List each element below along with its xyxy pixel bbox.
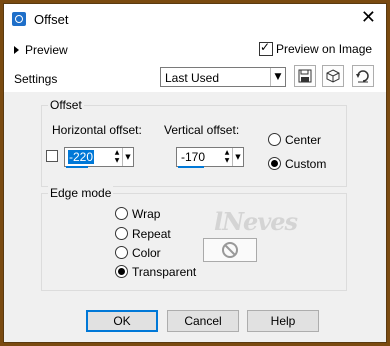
spin-updown-icon[interactable]: ▲ ▼ [222,149,232,165]
radio-icon[interactable] [268,133,281,147]
radio-wrap[interactable]: Wrap [115,206,160,221]
radio-color[interactable]: Color [115,245,161,260]
radio-icon[interactable] [115,265,128,279]
checkbox-icon[interactable] [259,40,273,56]
randomize-button[interactable] [322,65,344,87]
help-button[interactable]: Help [247,310,319,332]
offset-group-title: Offset [48,98,84,112]
settings-dropdown[interactable]: Last Used ▼ [160,67,286,87]
radio-icon[interactable] [115,207,128,221]
preview-label: Preview [25,42,68,57]
expand-triangle-icon [14,45,19,54]
radio-icon[interactable] [115,227,128,241]
vertical-offset-field[interactable]: -170 ▲ ▼ ▼ [176,147,244,167]
radio-center-label: Center [285,132,322,147]
radio-transparent-label: Transparent [132,264,197,279]
camera-icon [12,12,26,26]
save-preset-button[interactable] [294,65,316,87]
edge-color-swatch[interactable] [203,238,257,262]
radio-custom-label: Custom [285,156,327,171]
horizontal-offset-field[interactable]: -220 ▲ ▼ ▼ [64,147,134,167]
focus-underline [178,166,204,168]
disabled-icon [222,242,238,258]
radio-icon[interactable] [115,246,128,260]
title-bar: Offset ✕ [4,4,386,34]
window-title: Offset [34,12,69,27]
close-icon[interactable]: ✕ [361,9,376,27]
cube-icon [326,69,340,83]
radio-custom[interactable]: Custom [268,156,326,171]
settings-value: Last Used [165,71,220,85]
radio-center[interactable]: Center [268,132,321,147]
watermark-text: lNeves [214,207,298,236]
cancel-button[interactable]: Cancel [167,310,239,332]
ok-button[interactable]: OK [86,310,158,332]
save-preset-icon [298,69,312,83]
settings-label: Settings [14,72,58,86]
link-offsets-checkbox[interactable] [46,150,58,162]
focus-underline [66,166,88,168]
chevron-down-icon[interactable]: ▼ [270,68,285,86]
vertical-offset-value[interactable]: -170 [180,150,206,164]
radio-wrap-label: Wrap [132,206,161,221]
preview-on-image-checkbox[interactable]: Preview on Image [259,40,373,56]
radio-color-label: Color [132,245,161,260]
chevron-down-icon[interactable]: ▼ [232,148,243,166]
vertical-offset-label: Vertical offset: [164,123,240,137]
radio-icon[interactable] [268,157,281,171]
horizontal-offset-value[interactable]: -220 [68,150,95,164]
reset-button[interactable] [352,65,374,87]
chevron-down-icon[interactable]: ▼ [122,148,133,166]
horizontal-offset-label: Horizontal offset: [52,123,142,137]
preview-toggle[interactable]: Preview [14,42,68,57]
edge-mode-group-title: Edge mode [48,186,114,200]
spin-updown-icon[interactable]: ▲ ▼ [112,149,122,165]
preview-on-image-label: Preview on Image [276,41,373,56]
preview-settings-band: Preview Preview on Image Settings Last U… [4,34,386,92]
reset-icon [356,70,369,83]
offset-dialog: Offset ✕ Preview Preview on Image Settin… [3,3,387,343]
radio-repeat-label: Repeat [132,226,171,241]
radio-repeat[interactable]: Repeat [115,226,171,241]
radio-transparent[interactable]: Transparent [115,264,196,279]
